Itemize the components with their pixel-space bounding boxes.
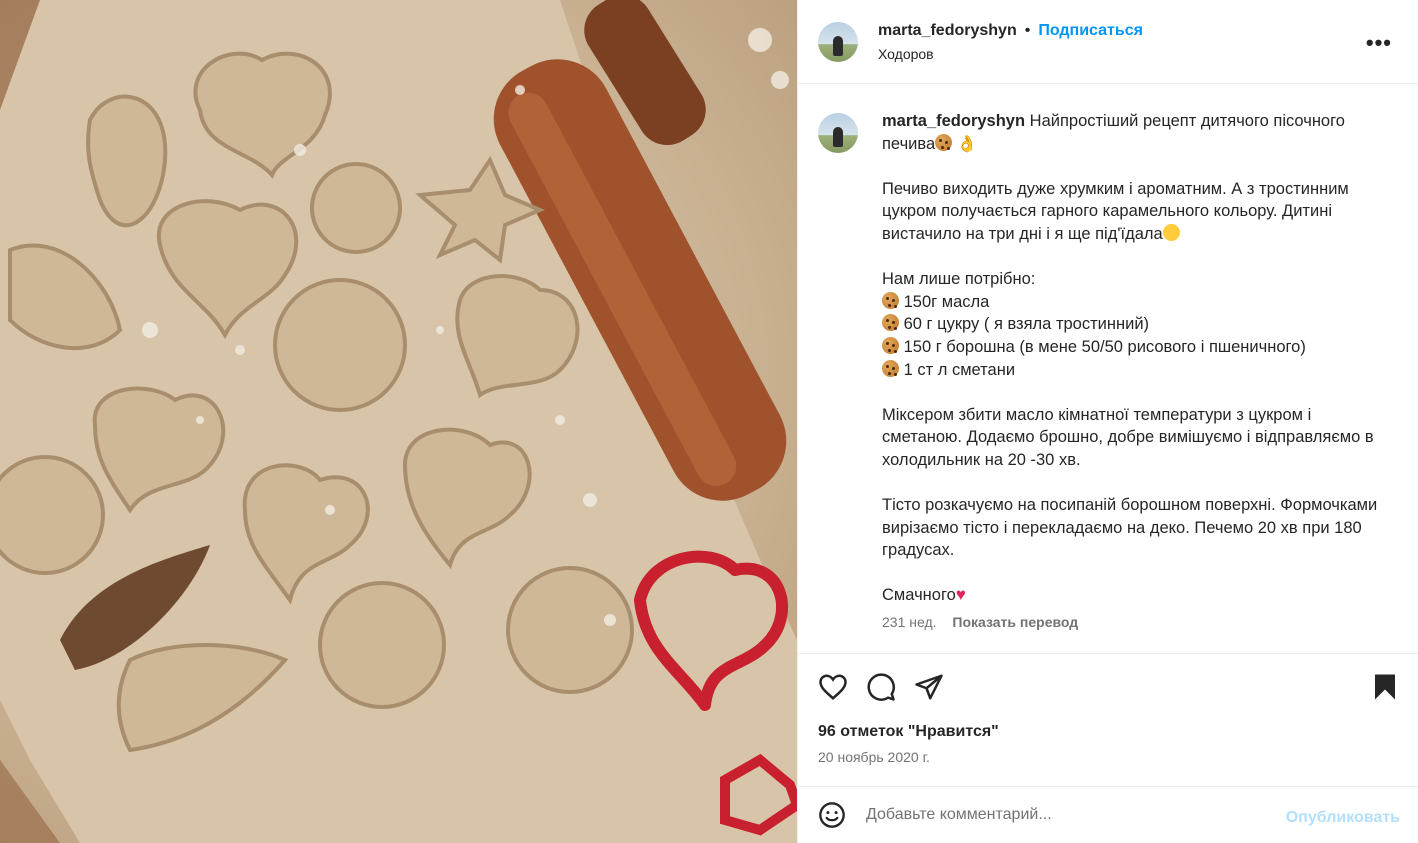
caption-username[interactable]: marta_fedoryshyn xyxy=(882,112,1025,130)
post-age[interactable]: 231 нед. xyxy=(882,614,937,630)
more-options-icon[interactable]: ••• xyxy=(1366,30,1392,56)
red-heart-icon: ♥ xyxy=(955,585,966,605)
ok-hand-icon: 👌 xyxy=(956,134,978,153)
location-link[interactable]: Ходоров xyxy=(878,46,1143,62)
caption-avatar[interactable] xyxy=(818,113,858,153)
instagram-post-dialog: marta_fedoryshyn • Подписаться Ходоров •… xyxy=(0,0,1418,843)
ingredient-item: 150г масла xyxy=(903,292,990,311)
bookmark-icon[interactable] xyxy=(1370,672,1400,702)
ingredient-item: 150 г борошна (в мене 50/50 рисового і п… xyxy=(903,337,1306,356)
caption-paragraph-4: Міксером збити масло кімнатної температу… xyxy=(882,405,1374,469)
caption-paragraph-2: Печиво виходить дуже хрумким і ароматним… xyxy=(882,179,1349,243)
comment-input[interactable] xyxy=(864,805,1268,825)
cookie-icon xyxy=(882,359,899,377)
ingredients-title: Нам лише потрібно: xyxy=(882,270,1036,289)
post-photo[interactable] xyxy=(0,0,797,843)
caption: marta_fedoryshyn Найпростіший рецепт дит… xyxy=(818,110,1378,634)
translate-button[interactable]: Показать перевод xyxy=(952,614,1078,630)
caption-paragraph-5: Тісто розкачуємо на посипаній борошном п… xyxy=(882,496,1378,560)
heart-icon[interactable] xyxy=(818,672,848,702)
ingredient-item: 1 ст л сметани xyxy=(903,360,1016,379)
share-icon[interactable] xyxy=(914,672,944,702)
publish-button[interactable]: Опубликовать xyxy=(1286,809,1400,827)
cookie-icon xyxy=(882,314,899,332)
avatar[interactable] xyxy=(818,21,858,62)
author-username[interactable]: marta_fedoryshyn xyxy=(878,22,1017,40)
action-bar xyxy=(798,653,1418,721)
smiley-icon[interactable] xyxy=(818,801,846,829)
caption-closing: Смачного xyxy=(882,586,956,605)
separator-dot: • xyxy=(1024,21,1031,39)
cookie-icon xyxy=(882,291,899,309)
yum-face-icon xyxy=(1162,223,1180,241)
comment-bar: Опубликовать xyxy=(798,786,1418,843)
comment-icon[interactable] xyxy=(866,672,896,702)
ingredient-item: 60 г цукру ( я взяла тростинний) xyxy=(903,315,1150,334)
post-side-panel: marta_fedoryshyn • Подписаться Ходоров •… xyxy=(797,0,1418,843)
cookie-icon xyxy=(882,336,899,354)
post-date: 20 ноябрь 2020 г. xyxy=(818,749,930,765)
likes-count[interactable]: 96 отметок "Нравится" xyxy=(818,723,999,741)
cookie-dough-image xyxy=(0,0,797,843)
follow-button[interactable]: Подписаться xyxy=(1038,22,1143,40)
cookie-icon xyxy=(935,133,953,151)
post-header: marta_fedoryshyn • Подписаться Ходоров •… xyxy=(798,0,1418,84)
